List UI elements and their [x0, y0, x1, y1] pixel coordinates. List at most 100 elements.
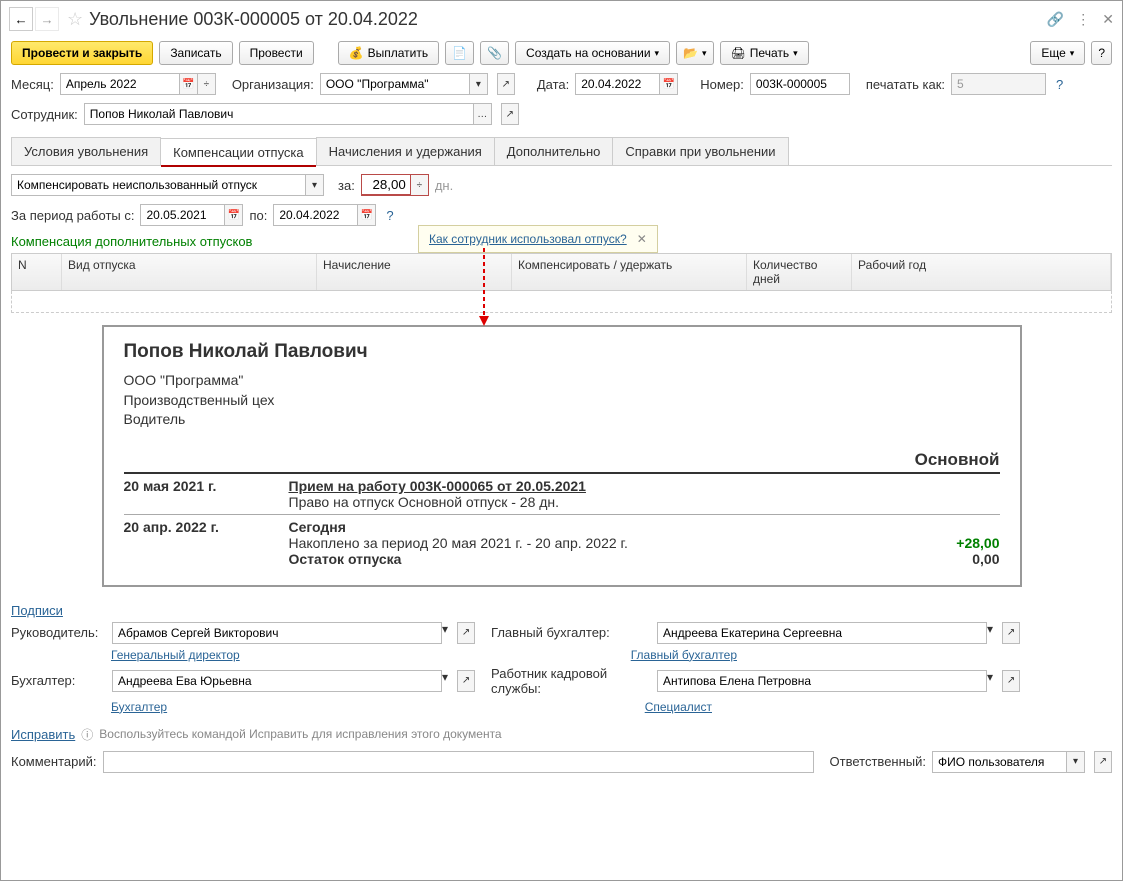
help-icon[interactable]: ? — [1056, 77, 1063, 92]
tooltip-popup: Как сотрудник использовал отпуск? ✕ — [418, 225, 658, 253]
payout-label: Выплатить — [368, 46, 429, 60]
org-dropdown-icon[interactable]: ▾ — [470, 73, 488, 95]
manager-dropdown-icon[interactable]: ▾ — [442, 622, 448, 644]
kebab-icon[interactable]: ⋮ — [1076, 11, 1090, 28]
hr-input[interactable] — [657, 670, 987, 692]
tab-additional[interactable]: Дополнительно — [494, 137, 614, 165]
chief-acc-dropdown-icon[interactable]: ▾ — [987, 622, 993, 644]
tab-accruals[interactable]: Начисления и удержания — [316, 137, 495, 165]
manager-open-button[interactable]: ↗ — [457, 622, 475, 644]
tab-compensation[interactable]: Компенсации отпуска — [160, 138, 317, 166]
from-calendar-icon[interactable]: 📅 — [225, 204, 243, 226]
info-icon: ⓘ — [81, 726, 93, 743]
grid-header: N Вид отпуска Начисление Компенсировать … — [11, 253, 1112, 291]
employee-input[interactable] — [84, 103, 474, 125]
period-label: За период работы с: — [11, 208, 134, 223]
to-label: по: — [249, 208, 267, 223]
month-calendar-icon[interactable]: 📅 — [180, 73, 198, 95]
help-button[interactable]: ? — [1091, 41, 1112, 65]
days-spinner[interactable]: ÷ — [411, 174, 429, 196]
hr-dropdown-icon[interactable]: ▾ — [987, 670, 993, 692]
window-title: Увольнение 003К-000005 от 20.04.2022 — [89, 9, 1047, 30]
org-input[interactable] — [320, 73, 470, 95]
payout-button[interactable]: 💰 Выплатить — [338, 41, 439, 65]
days-input[interactable] — [361, 174, 411, 196]
col-type: Вид отпуска — [62, 254, 317, 290]
nav-back[interactable]: ← — [9, 7, 33, 31]
tooltip-link[interactable]: Как сотрудник использовал отпуск? — [429, 232, 627, 246]
responsible-input[interactable] — [932, 751, 1067, 773]
comment-input[interactable] — [103, 751, 814, 773]
print-as-label: печатать как: — [866, 77, 945, 92]
report-dept: Производственный цех — [124, 391, 1000, 411]
fix-note: Воспользуйтесь командой Исправить для ис… — [99, 727, 501, 741]
employee-select-icon[interactable]: … — [474, 103, 492, 125]
col-year: Рабочий год — [852, 254, 1111, 290]
period-help-icon[interactable]: ? — [386, 208, 393, 223]
print-button[interactable]: 🖨 Печать — [720, 41, 809, 65]
hr-open-button[interactable]: ↗ — [1002, 670, 1020, 692]
col-n: N — [12, 254, 62, 290]
acc-dropdown-icon[interactable]: ▾ — [442, 670, 448, 692]
tooltip-close-icon[interactable]: ✕ — [637, 232, 647, 246]
responsible-open-button[interactable]: ↗ — [1094, 751, 1112, 773]
month-spinner[interactable]: ÷ — [198, 73, 216, 95]
col-calc: Начисление — [317, 254, 512, 290]
favorite-icon[interactable]: ☆ — [67, 9, 83, 30]
manager-input[interactable] — [112, 622, 442, 644]
col-days: Количество дней — [747, 254, 852, 290]
save-button[interactable]: Записать — [159, 41, 232, 65]
r2-date: 20 апр. 2022 г. — [124, 519, 289, 567]
manager-label: Руководитель: — [11, 625, 106, 640]
post-button[interactable]: Провести — [239, 41, 314, 65]
link-icon[interactable]: 🔗 — [1047, 11, 1064, 28]
hr-position[interactable]: Специалист — [645, 700, 712, 714]
acc-label: Бухгалтер: — [11, 673, 106, 688]
print-label: Печать — [750, 46, 789, 60]
employee-open-button[interactable]: ↗ — [501, 103, 519, 125]
org-open-button[interactable]: ↗ — [497, 73, 515, 95]
number-label: Номер: — [700, 77, 744, 92]
r1-note: Право на отпуск Основной отпуск - 28 дн. — [289, 494, 560, 510]
comp-mode-dropdown-icon[interactable]: ▾ — [306, 174, 324, 196]
responsible-dropdown-icon[interactable]: ▾ — [1067, 751, 1085, 773]
date-label: Дата: — [537, 77, 569, 92]
r1-event[interactable]: Прием на работу 003К-000065 от 20.05.202… — [289, 478, 586, 494]
create-based-button[interactable]: Создать на основании — [515, 41, 670, 65]
period-from-input[interactable] — [140, 204, 225, 226]
doc-icon-button[interactable]: 📄 — [445, 41, 474, 65]
report-org: ООО "Программа" — [124, 371, 1000, 391]
post-close-button[interactable]: Провести и закрыть — [11, 41, 153, 65]
days-unit: дн. — [435, 178, 453, 193]
grid-body[interactable] — [11, 291, 1112, 313]
acc-position[interactable]: Бухгалтер — [111, 700, 167, 714]
tab-references[interactable]: Справки при увольнении — [612, 137, 788, 165]
signatures-heading[interactable]: Подписи — [11, 603, 63, 618]
month-input[interactable] — [60, 73, 180, 95]
chief-acc-input[interactable] — [657, 622, 987, 644]
period-to-input[interactable] — [273, 204, 358, 226]
tab-conditions[interactable]: Условия увольнения — [11, 137, 161, 165]
chief-acc-label: Главный бухгалтер: — [491, 625, 651, 640]
print-as-input — [951, 73, 1046, 95]
r2-event: Сегодня — [289, 519, 346, 535]
r1-date: 20 мая 2021 г. — [124, 478, 289, 510]
chief-acc-position[interactable]: Главный бухгалтер — [631, 648, 737, 662]
attach-icon-button[interactable]: 📎 — [480, 41, 509, 65]
manager-position[interactable]: Генеральный директор — [111, 648, 240, 662]
to-calendar-icon[interactable]: 📅 — [358, 204, 376, 226]
close-icon[interactable]: ✕ — [1102, 11, 1114, 28]
fix-link[interactable]: Исправить — [11, 727, 75, 742]
r2-note: Накоплено за период 20 мая 2021 г. - 20 … — [289, 535, 628, 551]
more-button[interactable]: Еще — [1030, 41, 1085, 65]
chief-acc-open-button[interactable]: ↗ — [1002, 622, 1020, 644]
report-position: Водитель — [124, 410, 1000, 430]
date-calendar-icon[interactable]: 📅 — [660, 73, 678, 95]
acc-input[interactable] — [112, 670, 442, 692]
number-input[interactable] — [750, 73, 850, 95]
acc-open-button[interactable]: ↗ — [457, 670, 475, 692]
date-input[interactable] — [575, 73, 660, 95]
comp-mode-select[interactable] — [11, 174, 306, 196]
folder-button[interactable]: 📂 — [676, 41, 713, 65]
r3-label: Остаток отпуска — [289, 551, 402, 567]
